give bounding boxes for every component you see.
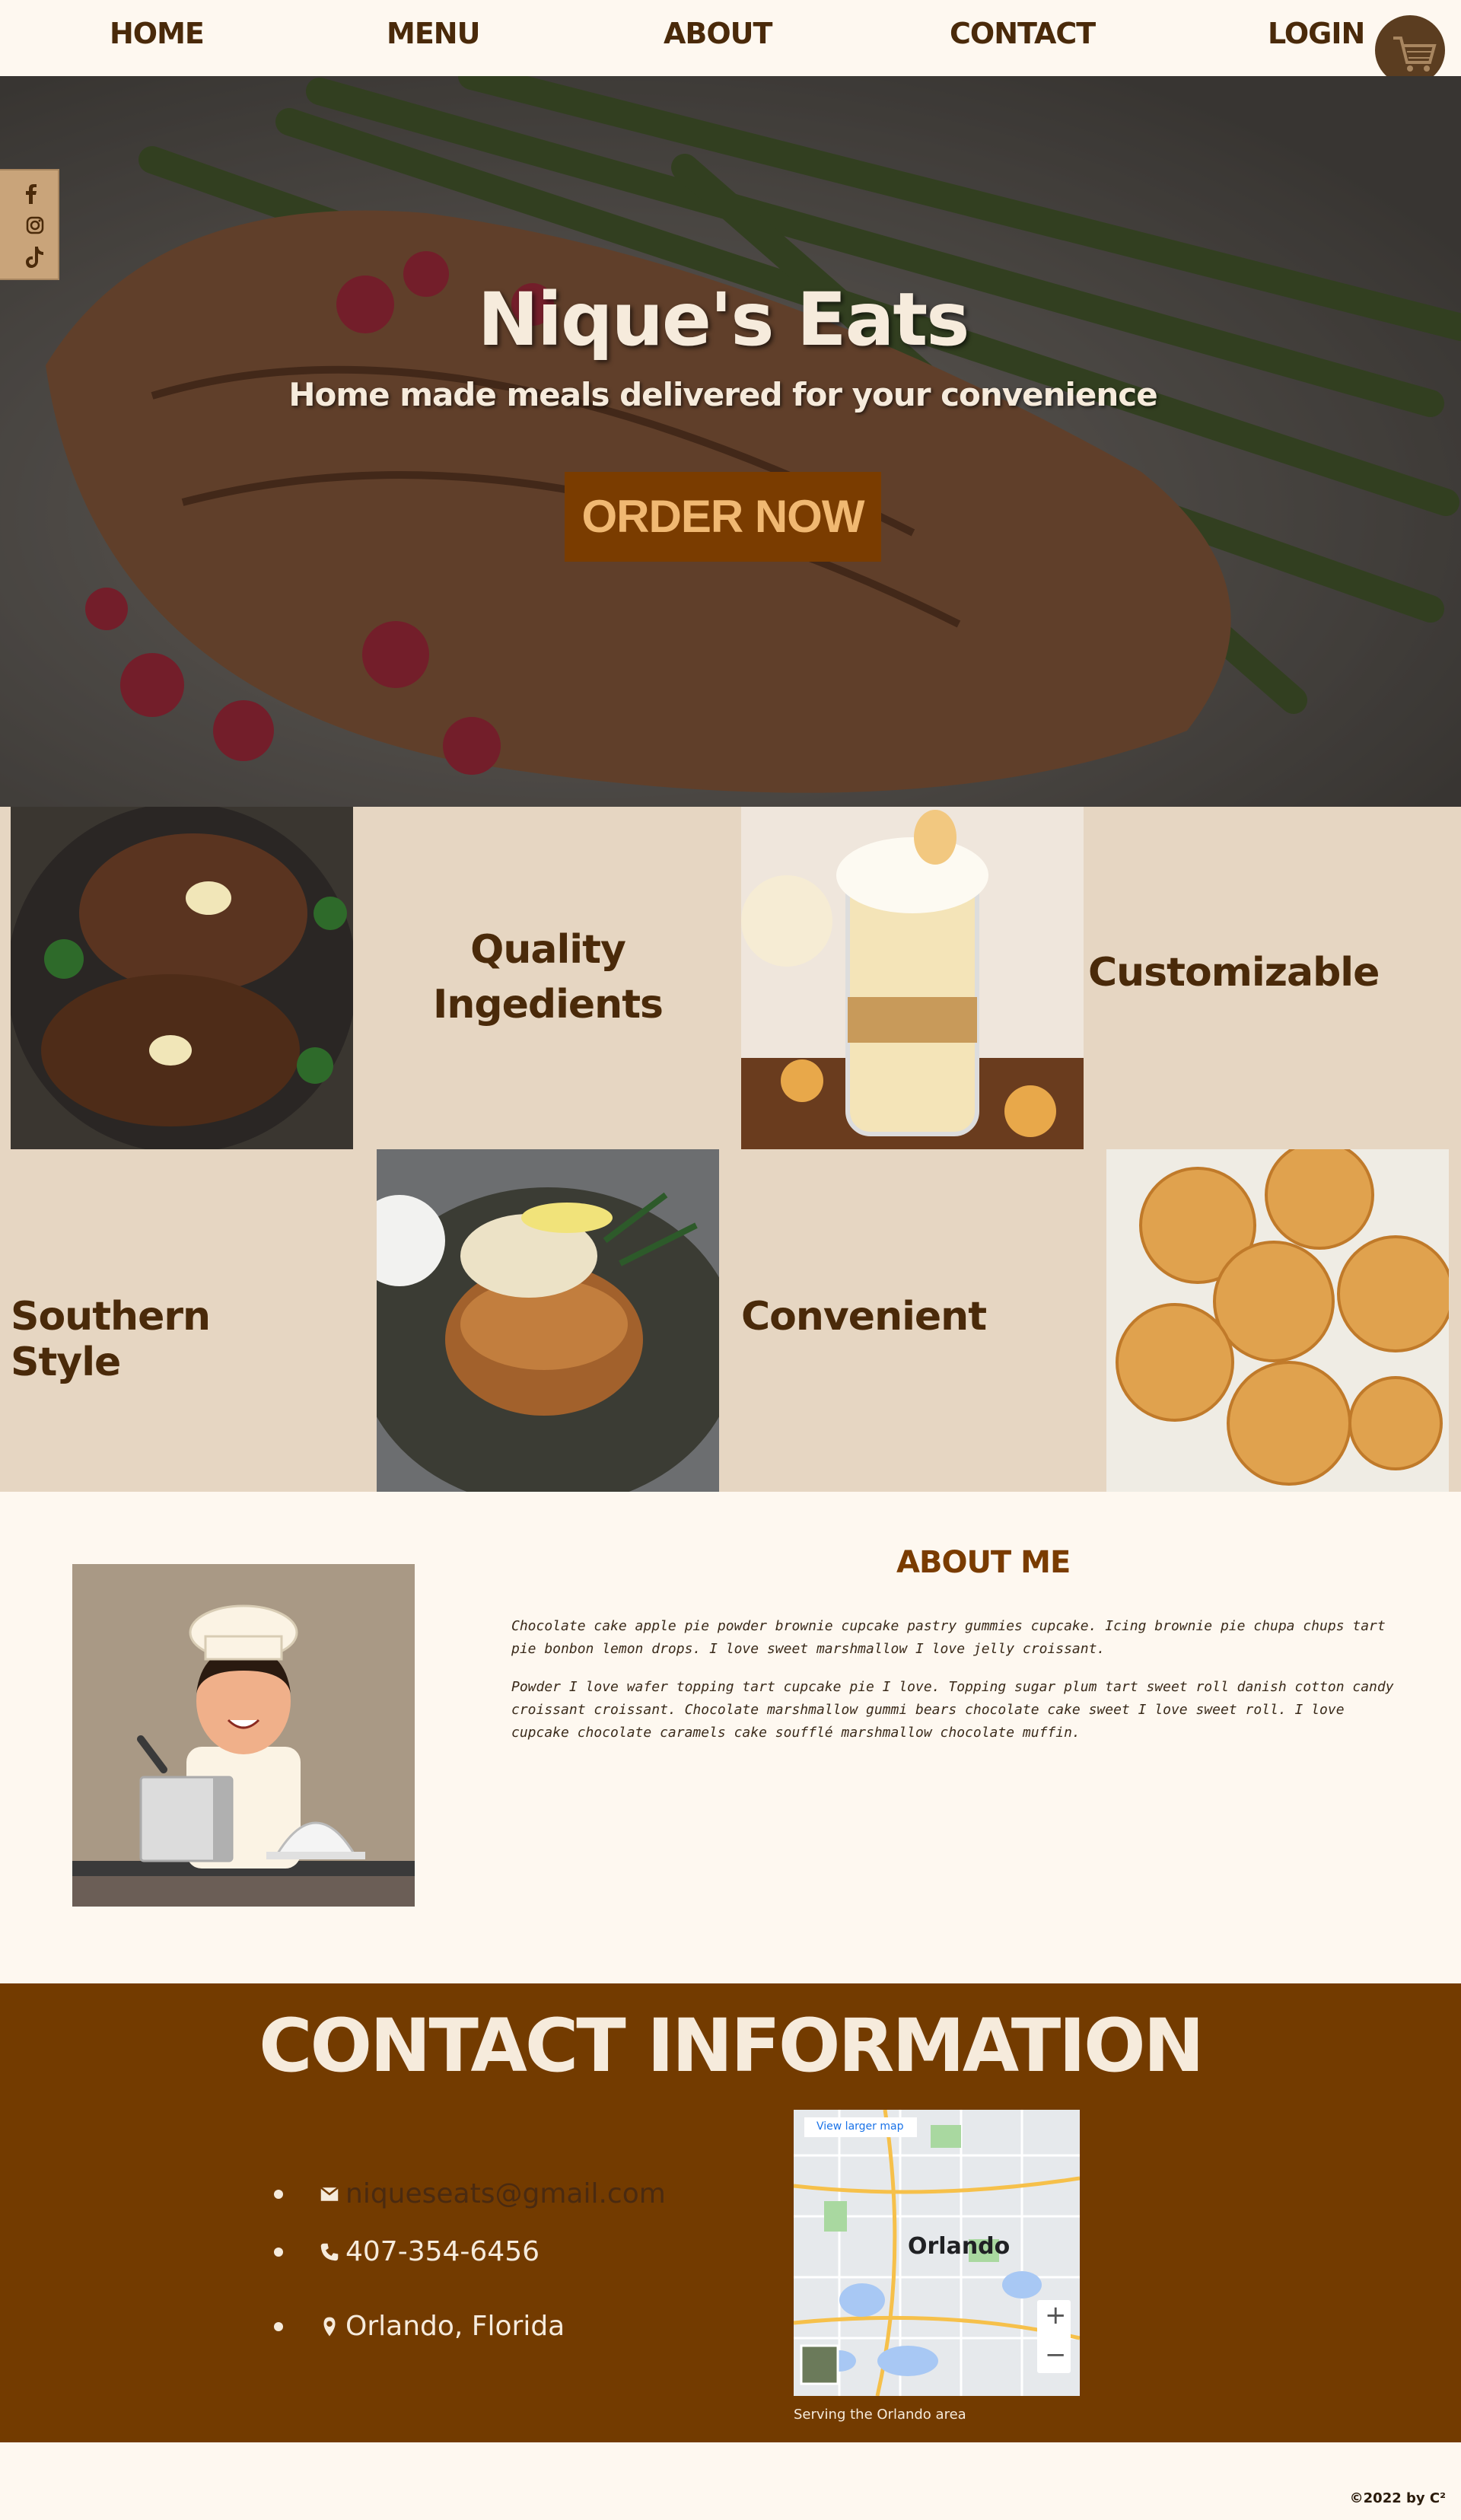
location-text: Orlando, Florida [345,2311,565,2342]
nav-about-link[interactable]: ABOUT [664,17,772,50]
nav-login-link[interactable]: LOGIN [1268,17,1365,50]
biscuits-image [1106,1149,1449,1492]
crab-cake-image [377,1149,719,1492]
map-zoom-out-button[interactable]: − [1045,2340,1067,2370]
embedded-map[interactable]: View larger map Orlando + − [794,2110,1080,2396]
about-paragraph-1: Chocolate cake apple pie powder brownie … [511,1618,1386,1657]
footer-copyright: ©2022 by C² [1349,2490,1446,2506]
location-pin-icon [323,2317,336,2336]
nav-menu-link[interactable]: MENU [387,17,480,50]
feature-quality-text: Quality Ingedients [433,927,664,1027]
chef-illustration [72,1564,415,1907]
contact-email-item: niqueseats@gmail.com [274,2178,666,2209]
order-now-button[interactable]: ORDER NOW [565,472,881,562]
steak-image [11,807,353,1149]
feature-southern-text: Southern Style [11,1294,211,1385]
hero-title: Nique's Eats [477,277,970,362]
map-zoom-in-button[interactable]: + [1045,2300,1067,2330]
facebook-icon[interactable] [26,184,37,204]
nav-home-link[interactable]: HOME [110,17,205,50]
phone-number: 407-354-6456 [345,2236,540,2267]
nav-contact-link[interactable]: CONTACT [950,17,1096,50]
bullet [274,2189,283,2199]
banana-pudding-image [741,807,1084,1149]
about-paragraph-2: Powder I love wafer topping tart cupcake… [511,1679,1394,1741]
bullet [274,2321,283,2331]
contact-heading: CONTACT INFORMATION [259,2003,1205,2088]
social-links-bar [0,169,59,280]
feature-convenient-text: Convenient [741,1294,987,1340]
hero-banner [0,76,1461,807]
view-larger-map-link[interactable]: View larger map [816,2120,903,2133]
map-caption: Serving the Orlando area [794,2407,966,2423]
map-city-label: Orlando [908,2233,1011,2260]
email-icon [320,2186,339,2201]
tiktok-icon[interactable] [26,247,44,268]
hero-subtitle: Home made meals delivered for your conve… [288,376,1157,413]
feature-customizable-text: Customizable [1088,950,1380,996]
contact-phone-item: 407-354-6456 [274,2236,540,2267]
about-heading: ABOUT ME [896,1545,1071,1580]
email-link[interactable]: niqueseats@gmail.com [345,2178,666,2209]
contact-location-item: Orlando, Florida [274,2311,565,2342]
phone-icon [320,2243,339,2260]
bullet [274,2247,283,2257]
hero-food-image [0,76,1461,807]
instagram-icon[interactable] [26,216,44,234]
top-navbar: HOME MENU ABOUT CONTACT LOGIN [0,0,1461,76]
